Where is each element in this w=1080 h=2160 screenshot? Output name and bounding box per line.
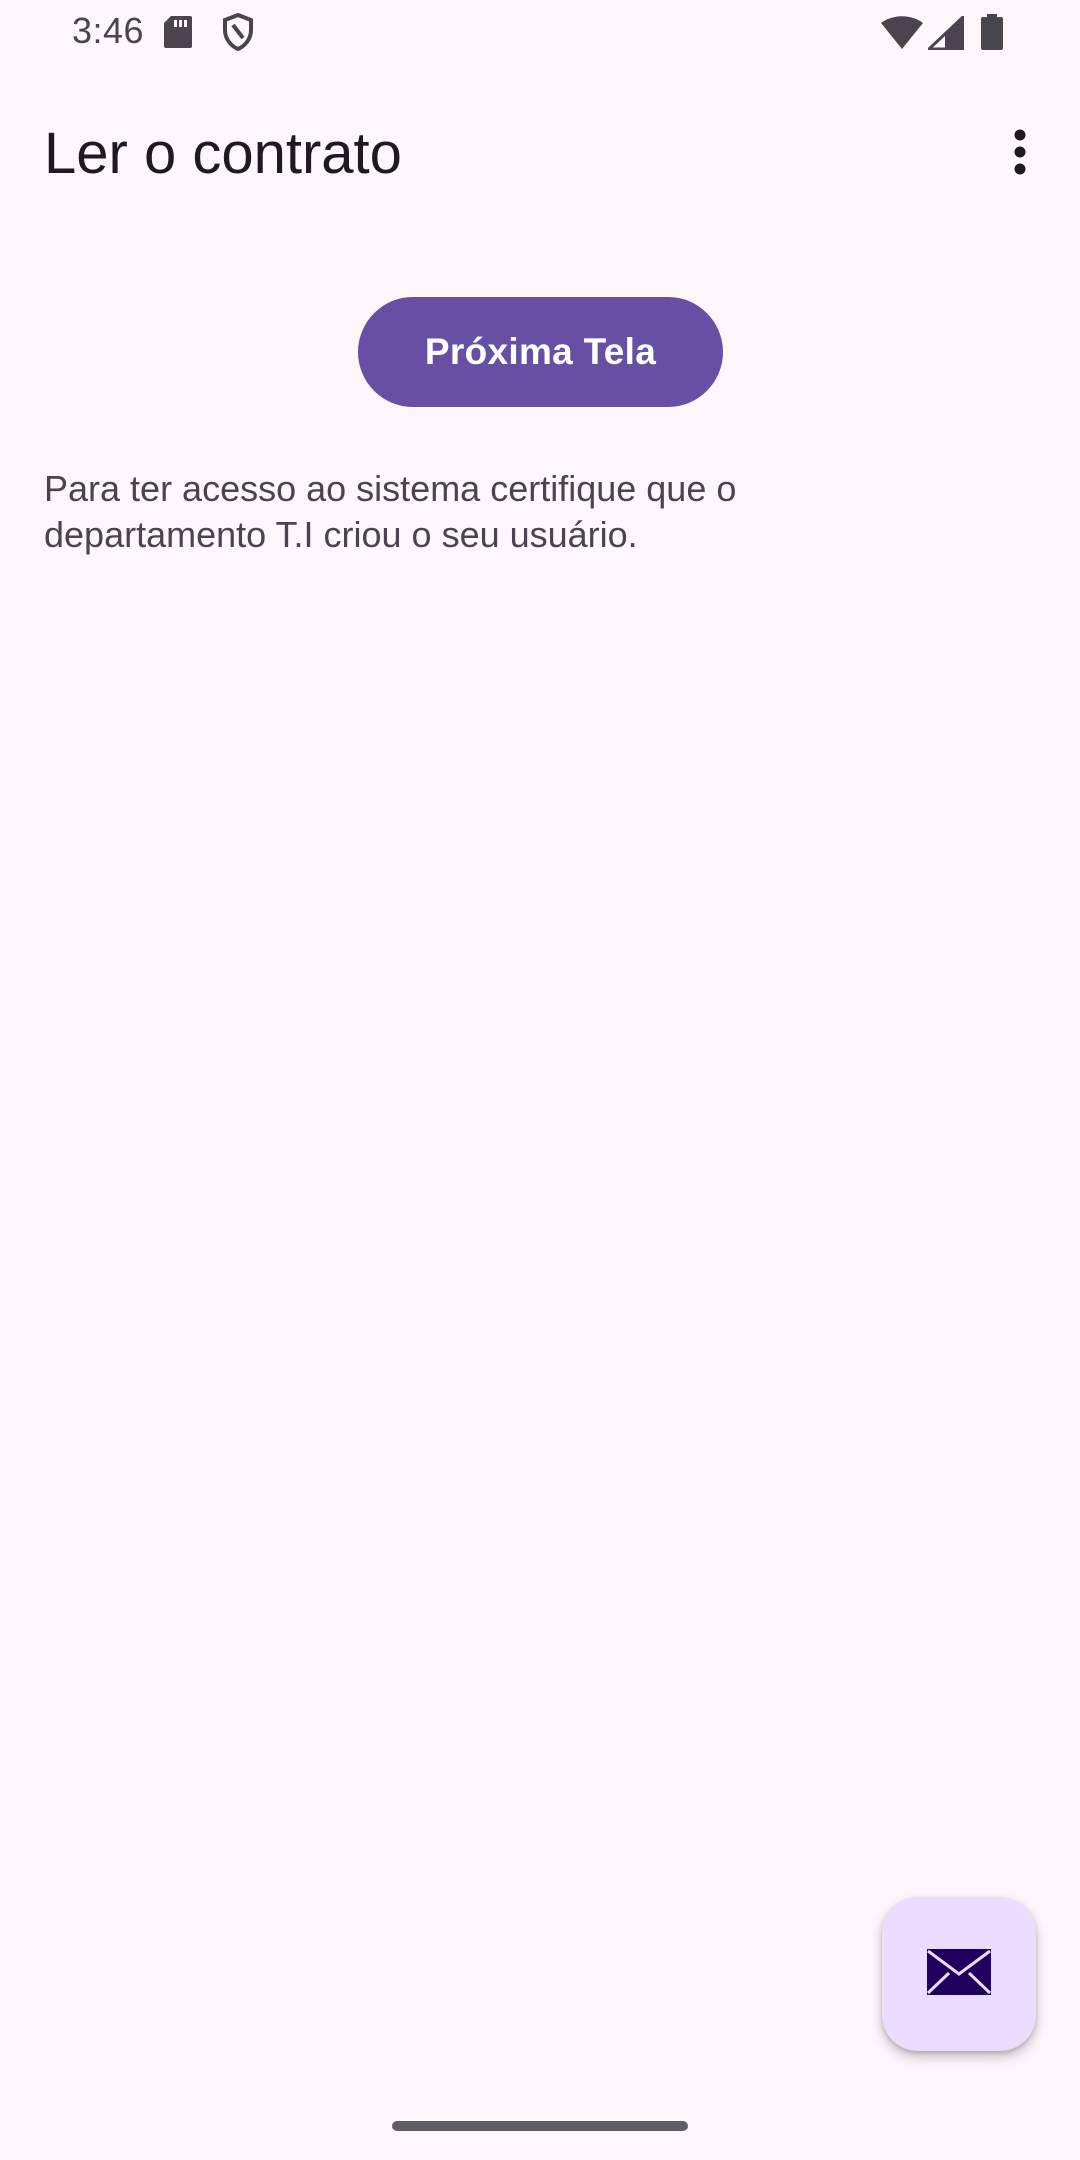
overflow-menu-button[interactable] bbox=[984, 118, 1056, 190]
email-fab-button[interactable] bbox=[882, 1897, 1036, 2051]
signal-icon bbox=[925, 13, 965, 55]
status-time: 3:46 bbox=[72, 10, 145, 51]
mail-icon bbox=[925, 1947, 993, 2002]
wifi-icon bbox=[880, 16, 924, 55]
status-bar: 3:46 bbox=[0, 0, 1080, 64]
gesture-nav-handle[interactable] bbox=[392, 2121, 688, 2131]
access-info-text: Para ter acesso ao sistema certifique qu… bbox=[44, 468, 737, 555]
shield-icon bbox=[222, 12, 254, 56]
sd-card-icon bbox=[163, 15, 193, 54]
battery-icon bbox=[980, 14, 1004, 55]
more-vert-icon bbox=[1013, 129, 1027, 180]
next-screen-button[interactable]: Próxima Tela bbox=[358, 297, 723, 407]
page-title: Ler o contrato bbox=[44, 121, 402, 186]
